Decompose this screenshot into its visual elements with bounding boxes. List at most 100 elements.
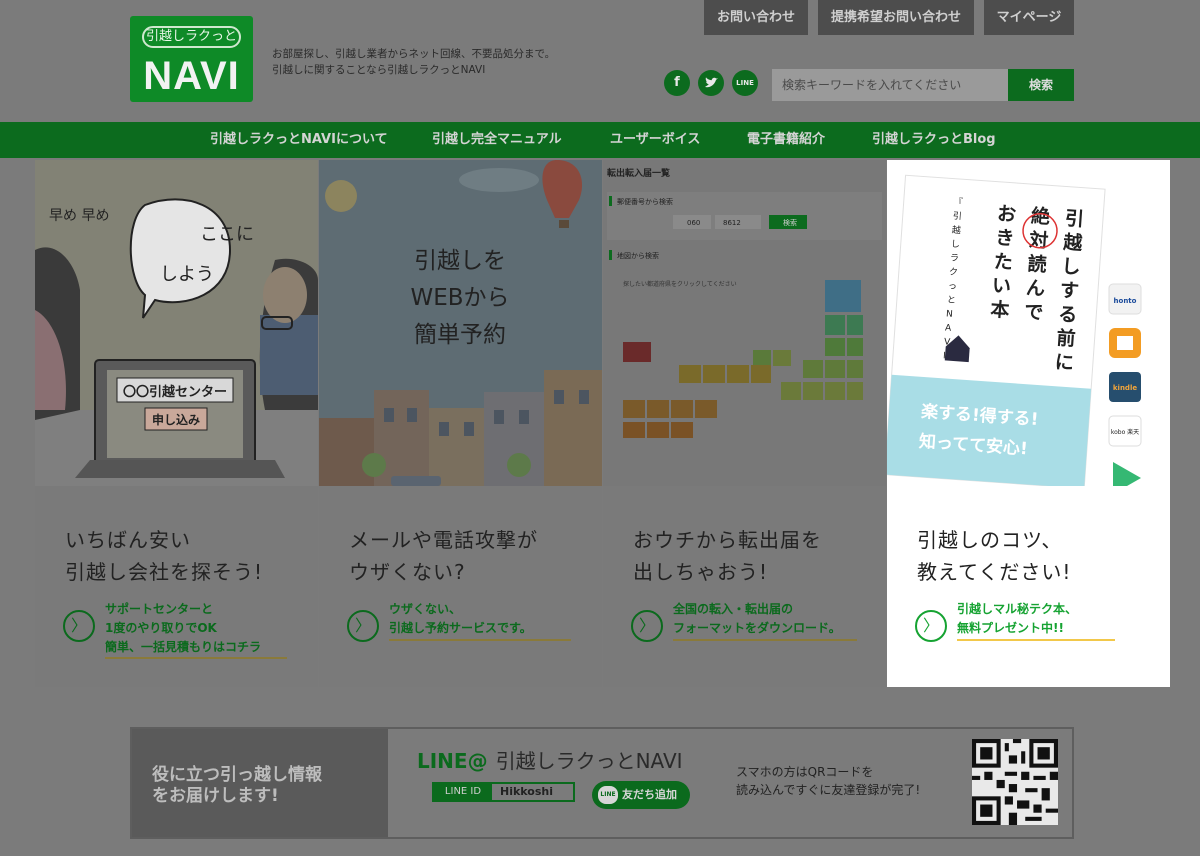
chevron-right-icon: 〉 [63,610,95,642]
card2-link-line-2: 引越し予約サービスです。 [389,621,532,635]
line-icon: LINE [598,786,618,804]
qr-instructions: スマホの方はQRコードを 読み込んですぐに友達登録が完了! [736,763,920,799]
screen-button: 申し込み [152,412,200,427]
card1-illustration: ここに しよう 早め 早め 〇〇引越センター 申し込み [35,160,318,486]
web-line-1: 引越しを [414,248,506,274]
contact-button[interactable]: お問い合わせ [704,0,808,35]
svg-text:引: 引 [952,211,962,223]
postal-search: 検索 [783,218,797,227]
screen-title: 〇〇引越センター [123,384,227,400]
card3-link-line-1: 全国の転入・転出届の [673,602,794,616]
hayame-text: 早め 早め [49,208,109,224]
form-title: 転出転入届一覧 [607,167,670,179]
card3-link-underline [673,639,857,641]
nav-item-about[interactable]: 引越しラクっとNAVIについて [210,122,388,158]
card3-illustration: 転出転入届一覧 郵便番号から検索 060 8612 検索 地図から検索 探したい… [603,160,886,486]
chevron-right-icon: 〉 [631,610,663,642]
card4-heading: 引越しのコツ、 教えてください! [917,524,1071,588]
partnership-contact-button[interactable]: 提携希望お問い合わせ [818,0,974,35]
card4-heading-line-2: 教えてください! [917,560,1072,584]
map-label: 地図から検索 [617,251,659,260]
line-id-value: Hikkoshi [500,785,554,798]
line-icon[interactable]: LINE [732,70,758,96]
card1-link-line-2: 1度のやり取りでOK [105,621,217,635]
svg-text:す: す [1059,279,1080,302]
site-logo[interactable]: 引越しラクっと NAVI [130,16,253,102]
svg-text:ク: ク [949,267,959,279]
svg-text:N: N [946,309,953,319]
svg-text:『: 『 [953,197,963,209]
logo-navi-text: NAVI [143,54,240,98]
line-intro-line-2: をお届けします! [152,786,279,806]
card1-heading-line-2: 引越し会社を探そう! [65,560,264,584]
search-input[interactable] [772,69,1008,101]
facebook-icon[interactable]: f [664,70,690,96]
logo-top-text: 引越しラクっと [142,26,241,48]
card4-illustration: 楽する!得する! 知ってて安心! 引越しする前に 絶対読んで おきたい本 『引越… [887,160,1170,486]
line-add-friend-button[interactable]: LINE 友だち追加 [592,781,690,809]
card4-link-line-2: 無料プレゼント中!! [957,621,1064,635]
card2-link-underline [389,639,571,641]
line-intro-line-1: 役に立つ引っ越し情報 [152,765,322,785]
nav-item-user-voice[interactable]: ユーザーボイス [610,122,700,158]
svg-text:っ: っ [948,281,958,292]
card4-link-underline [957,639,1115,641]
search-button[interactable]: 検索 [1008,69,1074,101]
card1-link-line-3: 簡単、一括見積もりはコチラ [105,640,262,654]
kobo-icon[interactable]: kobo 楽天 [1111,428,1139,436]
web-line-2: WEBから [410,285,509,311]
postal-b: 8612 [723,219,741,227]
card-cheapest-mover[interactable]: ここに しよう 早め 早め 〇〇引越センター 申し込み いちばん安い 引越し会社… [35,160,318,687]
honto-icon[interactable]: honto [1114,297,1137,305]
qr-instructions-line-1: スマホの方はQRコードを [736,765,874,779]
card-moving-out-notice[interactable]: 転出転入届一覧 郵便番号から検索 060 8612 検索 地図から検索 探したい… [603,160,886,687]
card2-link-text: ウザくない、 引越し予約サービスです。 [389,600,532,638]
svg-text:本: 本 [990,298,1011,322]
twitter-icon[interactable] [698,70,724,96]
svg-text:読: 読 [1027,252,1048,276]
card4-link-line-1: 引越しマル秘テク本、 [957,602,1078,616]
qr-instructions-line-2: 読み込んですぐに友達登録が完了! [736,783,921,797]
card3-heading: おウチから転出届を 出しちゃおう! [633,524,822,588]
nav-item-blog[interactable]: 引越しラクっとBlog [872,122,996,158]
svg-text:し: し [950,239,960,251]
card1-link-line-1: サポートセンターと [105,602,214,616]
svg-text:越: 越 [951,224,961,237]
line-friend-banner: 役に立つ引っ越し情報 をお届けします! LINE@ 引越しラクっとNAVI LIN… [130,727,1074,839]
svg-text:ん: ん [1025,277,1046,300]
svg-text:い: い [991,275,1012,298]
card-moving-tips-ebook[interactable]: 楽する!得する! 知ってて安心! 引越しする前に 絶対読んで おきたい本 『引越… [887,160,1170,687]
site-tagline: お部屋探し、引越し業者からネット回線、不要品処分まで。 引越しに関することなら引… [272,46,555,78]
card3-heading-line-1: おウチから転出届を [633,528,822,552]
chevron-right-icon: 〉 [915,610,947,642]
kindle-icon[interactable]: kindle [1113,384,1137,392]
card3-link-text: 全国の転入・転出届の フォーマットをダウンロード。 [673,600,841,638]
bubble-text-1: ここに [200,224,254,245]
svg-text:対: 対 [1028,228,1050,252]
nav-item-ebook[interactable]: 電子書籍紹介 [747,122,825,158]
mypage-button[interactable]: マイページ [984,0,1074,35]
tagline-line-1: お部屋探し、引越し業者からネット回線、不要品処分まで。 [272,48,556,60]
card1-link-underline [105,657,287,659]
card-web-reservation[interactable]: 引越しを WEBから 簡単予約 メールや電話攻撃が ウザくない? 〉 ウザくない… [319,160,602,687]
card2-heading-line-1: メールや電話攻撃が [349,528,538,552]
nav-item-manual[interactable]: 引越し完全マニュアル [432,122,562,158]
bubble-text-2: しよう [160,264,214,285]
svg-text:ラ: ラ [950,253,960,265]
svg-text:お: お [996,203,1017,226]
map-hint: 探したい都道府県をクリックしてください [623,280,737,288]
svg-text:前: 前 [1056,326,1077,350]
svg-text:越: 越 [1062,230,1085,254]
chevron-right-icon: 〉 [347,610,379,642]
card4-link-text: 引越しマル秘テク本、 無料プレゼント中!! [957,600,1077,638]
svg-text:た: た [993,251,1014,274]
svg-text:き: き [995,227,1016,250]
main-nav: 引越しラクっとNAVIについて 引越し完全マニュアル ユーザーボイス 電子書籍紹… [0,122,1200,158]
line-banner-intro: 役に立つ引っ越し情報 をお届けします! [132,729,388,837]
add-friend-label: 友だち追加 [622,788,677,801]
card1-heading-line-1: いちばん安い [65,528,191,552]
svg-text:し: し [1061,255,1082,278]
line-id-box: LINE ID Hikkoshi [432,782,575,802]
line-banner-title: LINE@ 引越しラクっとNAVI [417,745,683,774]
card3-heading-line-2: 出しちゃおう! [633,560,769,584]
